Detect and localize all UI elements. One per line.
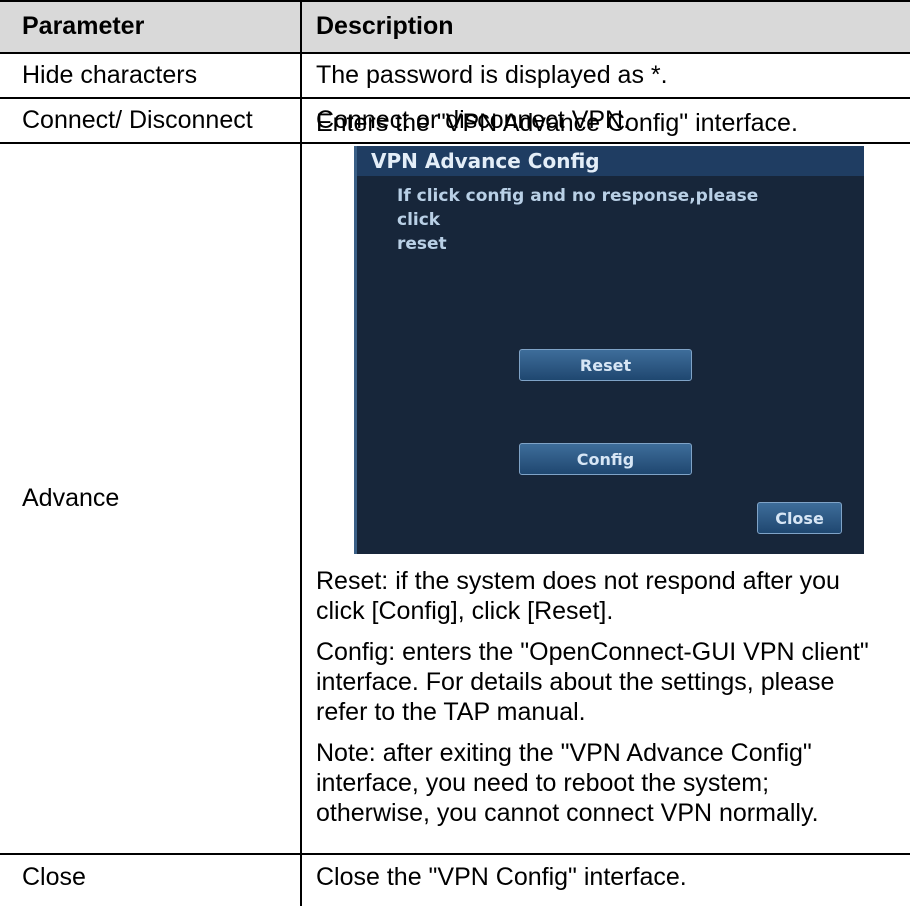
desc-note-line: otherwise, you cannot connect VPN normal…: [316, 799, 819, 827]
desc-config-line: refer to the TAP manual.: [316, 698, 586, 726]
dialog-message: If click config and no response,please c…: [397, 184, 777, 256]
dialog-message-line: reset: [397, 234, 447, 254]
desc-close: Close the "VPN Config" interface.: [316, 863, 687, 891]
table-rule: [0, 97, 910, 99]
dialog-title: VPN Advance Config: [357, 146, 864, 176]
reset-button[interactable]: Reset: [519, 349, 692, 381]
param-close: Close: [22, 863, 86, 891]
vpn-advance-config-dialog: VPN Advance Config If click config and n…: [354, 146, 864, 554]
table-rule: [0, 52, 910, 54]
column-divider: [300, 0, 302, 906]
param-connect-disconnect: Connect/ Disconnect: [22, 106, 253, 134]
param-advance: Advance: [22, 484, 120, 512]
config-button[interactable]: Config: [519, 443, 692, 475]
table-rule: [0, 0, 910, 2]
dialog-message-line: If click config and no response,please c…: [397, 186, 759, 230]
desc-reset-line: Reset: if the system does not respond af…: [316, 567, 840, 595]
desc-reset-line: click [Config], click [Reset].: [316, 597, 614, 625]
header-description: Description: [316, 12, 454, 40]
header-parameter: Parameter: [22, 12, 145, 40]
close-button[interactable]: Close: [757, 502, 842, 534]
desc-advance-intro: Enters the "VPN Advance Config" interfac…: [316, 109, 798, 137]
desc-note-line: interface, you need to reboot the system…: [316, 769, 770, 797]
table-rule: [0, 853, 910, 855]
desc-hide-characters: The password is displayed as *.: [316, 61, 668, 89]
desc-config-line: interface. For details about the setting…: [316, 668, 835, 696]
param-hide-characters: Hide characters: [22, 61, 198, 89]
desc-config-line: Config: enters the "OpenConnect-GUI VPN …: [316, 638, 869, 666]
table-rule: [0, 142, 910, 144]
desc-note-line: Note: after exiting the "VPN Advance Con…: [316, 739, 812, 767]
